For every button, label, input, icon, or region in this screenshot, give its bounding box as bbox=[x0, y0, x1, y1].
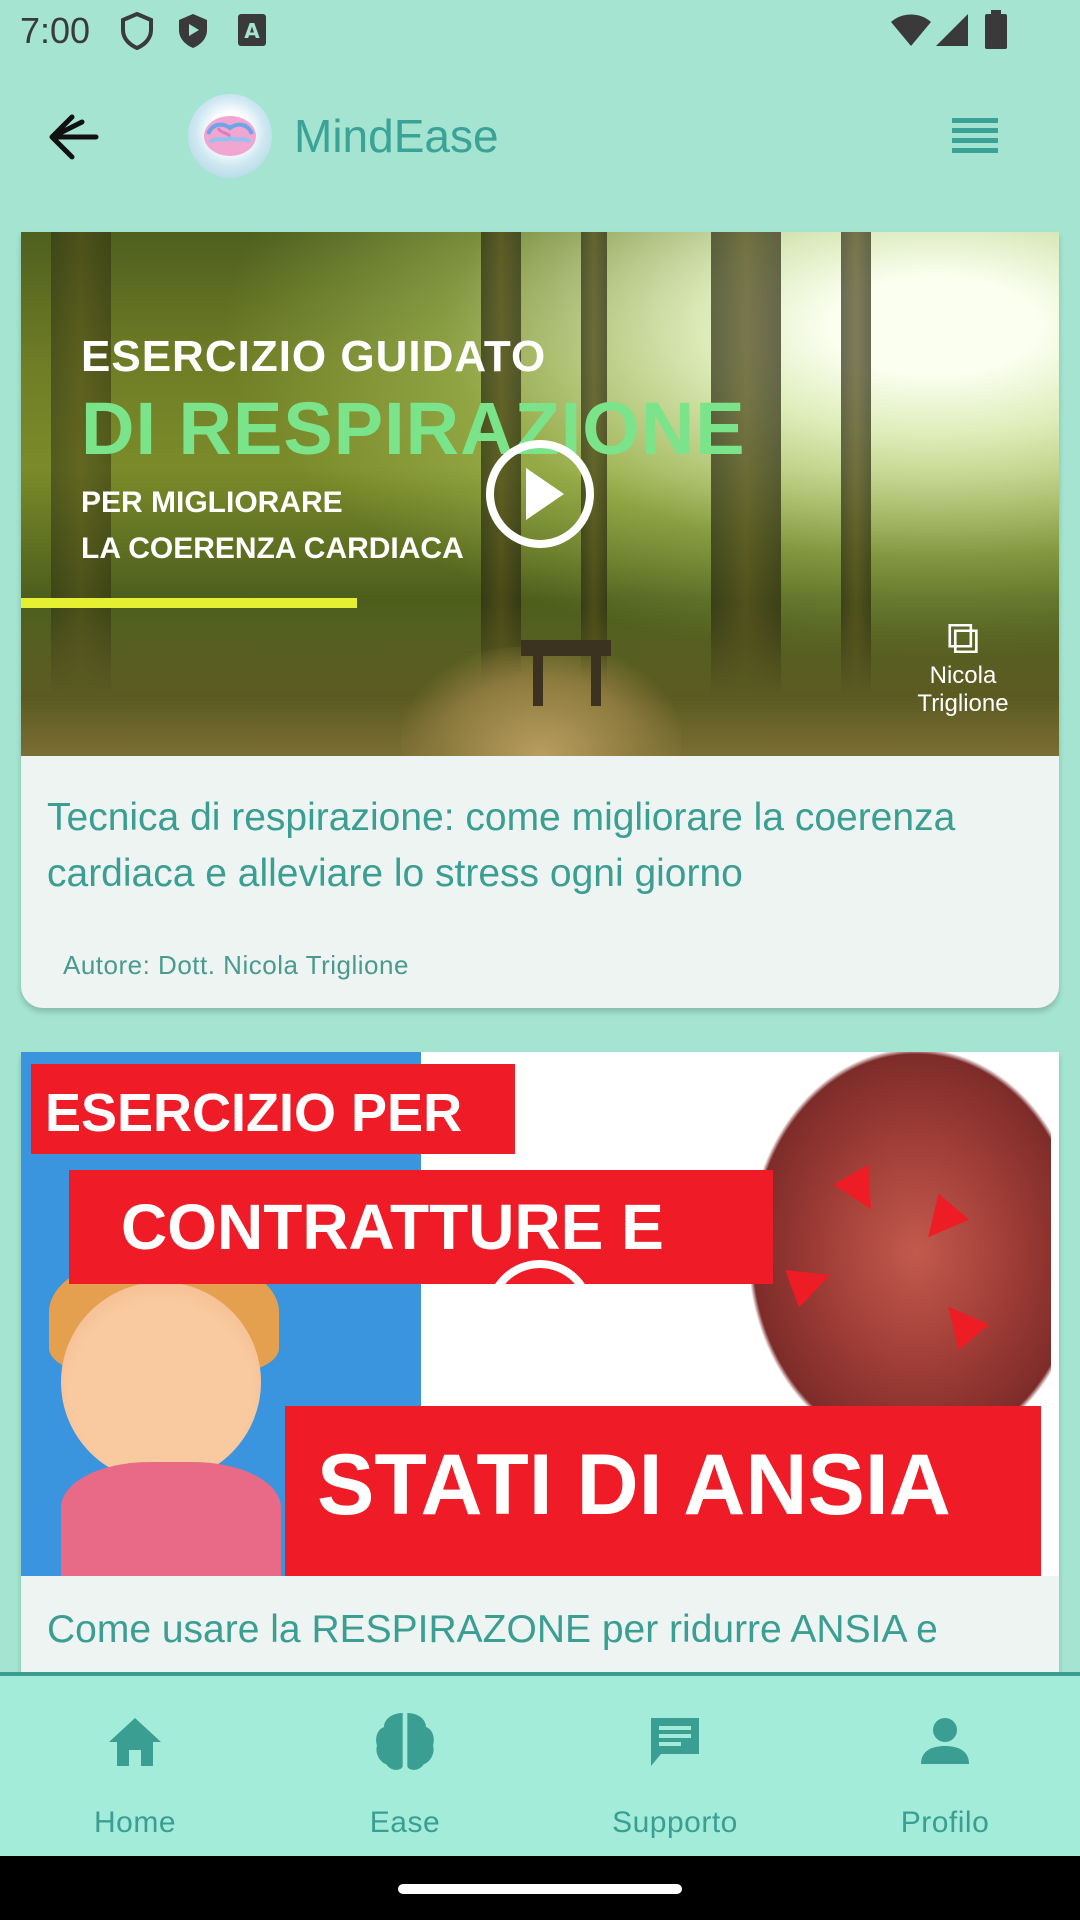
brain-icon bbox=[376, 1713, 434, 1770]
wifi-icon bbox=[891, 14, 931, 46]
home-icon bbox=[109, 1718, 161, 1766]
home-gesture-handle[interactable] bbox=[398, 1884, 682, 1894]
thumbnail-heading: ESERCIZIO PER bbox=[45, 1083, 463, 1143]
nav-home[interactable]: Home bbox=[0, 1676, 270, 1856]
thumbnail-heading-highlight: DI RESPIRAZIONE bbox=[81, 387, 746, 470]
nav-supporto[interactable]: Supporto bbox=[540, 1676, 810, 1856]
decorative-bar bbox=[21, 598, 357, 608]
thumbnail-author-first: Nicola bbox=[929, 662, 997, 689]
article-card[interactable]: ESERCIZIO GUIDATO DI RESPIRAZIONE PER MI… bbox=[21, 232, 1059, 1008]
thumbnail-heading: STATI DI ANSIA bbox=[317, 1437, 951, 1533]
status-time: 7:00 bbox=[20, 10, 91, 51]
play-icon[interactable] bbox=[484, 1258, 596, 1370]
articles-feed[interactable]: ESERCIZIO GUIDATO DI RESPIRAZIONE PER MI… bbox=[0, 210, 1080, 1672]
play-icon[interactable] bbox=[484, 438, 596, 550]
nav-supporto-label: Supporto bbox=[612, 1806, 738, 1839]
play-protect-icon bbox=[179, 14, 207, 48]
shield-icon bbox=[121, 12, 153, 50]
list-menu-icon[interactable] bbox=[950, 114, 1000, 160]
battery-icon bbox=[985, 10, 1007, 49]
thumbnail-author-last: Triglione bbox=[917, 690, 1009, 717]
bottom-navigation: Home Ease Supporto Profilo bbox=[0, 1676, 1080, 1856]
signal-icon bbox=[936, 14, 968, 46]
app-screen: 7:00 A MindEase ESERCIZIO GUIDATO DI RES… bbox=[0, 0, 1080, 1920]
thumbnail-heading: CONTRATTURE E bbox=[121, 1191, 664, 1263]
status-bar: 7:00 A bbox=[0, 0, 1080, 64]
nav-home-label: Home bbox=[93, 1806, 177, 1839]
arrow-left-icon[interactable] bbox=[40, 104, 106, 170]
article-title[interactable]: Tecnica di respirazione: come migliorare… bbox=[47, 790, 1037, 902]
article-title[interactable]: Come usare la RESPIRAZONE per ridurre AN… bbox=[47, 1602, 1057, 1658]
nav-ease[interactable]: Ease bbox=[270, 1676, 540, 1856]
thumbnail-subheading: PER MIGLIORARE bbox=[81, 486, 343, 519]
person-icon bbox=[921, 1718, 969, 1764]
article-thumbnail[interactable]: ESERCIZIO GUIDATO DI RESPIRAZIONE PER MI… bbox=[21, 232, 1059, 756]
thumbnail-heading: ESERCIZIO GUIDATO bbox=[81, 332, 547, 381]
app-logo bbox=[188, 94, 272, 178]
app-title: MindEase bbox=[294, 110, 499, 162]
thumbnail-author-mark: ⧉ Nicola Triglione bbox=[903, 612, 1023, 718]
article-author: Autore: Dott. Nicola Triglione bbox=[63, 950, 409, 980]
nav-ease-label: Ease bbox=[369, 1806, 441, 1839]
logo-squares-icon: ⧉ bbox=[946, 611, 980, 663]
gesture-bar bbox=[0, 1856, 1080, 1920]
chat-icon bbox=[651, 1718, 699, 1766]
article-thumbnail[interactable]: ESERCIZIO PER CONTRATTURE E STATI DI ANS… bbox=[21, 1052, 1059, 1576]
keyboard-a-icon: A bbox=[238, 14, 266, 46]
svg-text:A: A bbox=[244, 19, 260, 43]
app-bar: MindEase bbox=[0, 64, 1080, 210]
nav-profilo[interactable]: Profilo bbox=[810, 1676, 1080, 1856]
nav-profilo-label: Profilo bbox=[900, 1806, 990, 1839]
brain-logo-icon bbox=[204, 116, 256, 156]
article-card[interactable]: ESERCIZIO PER CONTRATTURE E STATI DI ANS… bbox=[21, 1052, 1059, 1672]
thumbnail-subheading: LA COERENZA CARDIACA bbox=[81, 532, 464, 565]
